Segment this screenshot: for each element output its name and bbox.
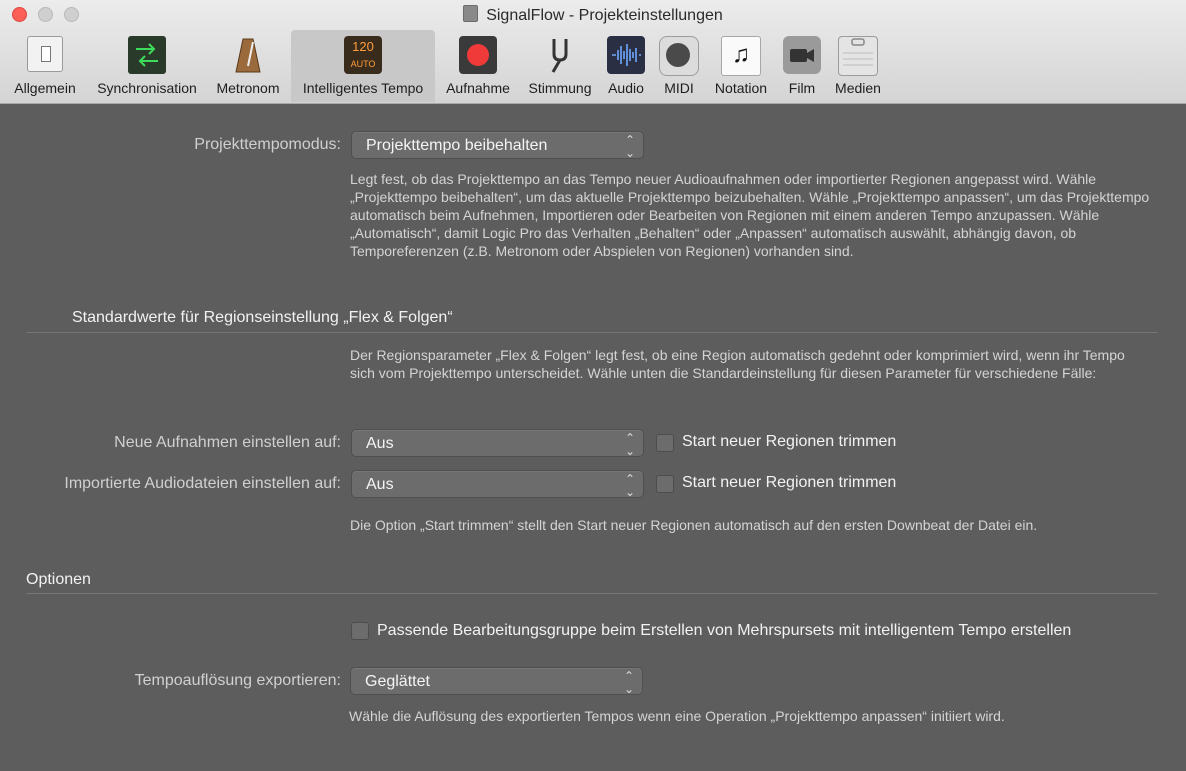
- new-recordings-value: Aus: [366, 435, 394, 452]
- flex-section-title: Standardwerte für Regionseinstellung „Fl…: [72, 309, 453, 326]
- imported-audio-trim-checkbox[interactable]: [656, 475, 674, 493]
- camera-icon: [783, 36, 821, 74]
- tab-label: Audio: [608, 80, 644, 96]
- section-divider: [26, 593, 1158, 594]
- imported-audio-value: Aus: [366, 476, 394, 493]
- chevron-updown-icon: ⌃ ⌄: [624, 133, 635, 160]
- window-title: SignalFlow - Projekteinstellungen: [0, 5, 1186, 25]
- tempo-icon: 120 AUTO: [344, 36, 382, 74]
- tab-synchronisation[interactable]: Synchronisation: [88, 30, 206, 102]
- export-resolution-select[interactable]: Geglättet ⌃ ⌄: [350, 667, 643, 696]
- tab-allgemein[interactable]: Allgemein: [6, 30, 84, 102]
- tab-intelligentes-tempo[interactable]: 120 AUTO Intelligentes Tempo: [291, 30, 435, 102]
- sync-arrows-icon: [128, 36, 166, 74]
- tab-audio[interactable]: Audio: [602, 30, 650, 102]
- window-title-text: SignalFlow - Projekteinstellungen: [486, 7, 723, 24]
- tab-notation[interactable]: ♫ Notation: [708, 30, 774, 102]
- chevron-updown-icon: ⌃ ⌄: [624, 431, 635, 458]
- export-resolution-value: Geglättet: [365, 673, 430, 690]
- tab-film[interactable]: Film: [778, 30, 826, 102]
- edit-group-label[interactable]: Passende Bearbeitungsgruppe beim Erstell…: [377, 622, 1071, 640]
- export-resolution-label: Tempoauflösung exportieren:: [134, 672, 341, 689]
- tempo-mode-description: Legt fest, ob das Projekttempo an das Te…: [350, 171, 1150, 259]
- section-divider: [26, 332, 1158, 333]
- midi-port-icon: [659, 36, 699, 76]
- tab-label: Metronom: [216, 80, 280, 96]
- tempo-icon-mode: AUTO: [350, 59, 376, 69]
- tempo-mode-value: Projekttempo beibehalten: [366, 137, 548, 154]
- tab-label: Allgemein: [14, 80, 76, 96]
- tab-label: Film: [788, 80, 816, 96]
- tab-label: Medien: [835, 80, 881, 96]
- waveform-icon: [607, 36, 645, 74]
- switch-icon: [27, 36, 63, 72]
- tuning-fork-icon: [541, 36, 579, 74]
- toolbar: SignalFlow - Projekteinstellungen Allgem…: [0, 0, 1186, 104]
- edit-group-checkbox[interactable]: [351, 622, 369, 640]
- tempo-icon-value: 120: [352, 39, 374, 54]
- options-section-title: Optionen: [26, 571, 91, 588]
- trim-note: Die Option „Start trimmen“ stellt den St…: [350, 517, 1038, 533]
- tab-label: Stimmung: [528, 80, 592, 96]
- document-icon: [463, 5, 479, 22]
- tab-label: Synchronisation: [97, 80, 197, 96]
- flex-section-description: Der Regionsparameter „Flex & Folgen“ leg…: [350, 347, 1125, 381]
- media-briefcase-icon: [838, 36, 878, 76]
- tab-midi[interactable]: MIDI: [654, 30, 704, 102]
- chevron-updown-icon: ⌃ ⌄: [623, 669, 634, 696]
- new-recordings-select[interactable]: Aus ⌃ ⌄: [351, 429, 644, 458]
- metronome-icon: [229, 36, 267, 74]
- imported-audio-label: Importierte Audiodateien einstellen auf:: [64, 475, 341, 492]
- chevron-updown-icon: ⌃ ⌄: [624, 472, 635, 499]
- tab-medien[interactable]: Medien: [830, 30, 886, 102]
- new-recordings-trim-checkbox[interactable]: [656, 434, 674, 452]
- imported-audio-trim-label[interactable]: Start neuer Regionen trimmen: [682, 474, 896, 492]
- tempo-mode-label: Projekttempomodus:: [194, 136, 341, 153]
- tab-label: Intelligentes Tempo: [302, 80, 424, 96]
- tempo-mode-select[interactable]: Projekttempo beibehalten ⌃ ⌄: [351, 131, 644, 160]
- record-icon: [459, 36, 497, 74]
- tab-aufnahme[interactable]: Aufnahme: [439, 30, 517, 102]
- tab-label: Notation: [714, 80, 768, 96]
- tab-label: Aufnahme: [446, 80, 510, 96]
- tab-metronom[interactable]: Metronom: [208, 30, 288, 102]
- tab-stimmung[interactable]: Stimmung: [521, 30, 599, 102]
- imported-audio-select[interactable]: Aus ⌃ ⌄: [351, 470, 644, 499]
- tab-label: MIDI: [664, 80, 694, 96]
- new-recordings-trim-label[interactable]: Start neuer Regionen trimmen: [682, 433, 896, 451]
- music-note-icon: ♫: [721, 36, 761, 76]
- export-note: Wähle die Auflösung des exportierten Tem…: [349, 708, 1005, 724]
- project-settings-window: SignalFlow - Projekteinstellungen Allgem…: [0, 0, 1186, 771]
- new-recordings-label: Neue Aufnahmen einstellen auf:: [114, 434, 341, 451]
